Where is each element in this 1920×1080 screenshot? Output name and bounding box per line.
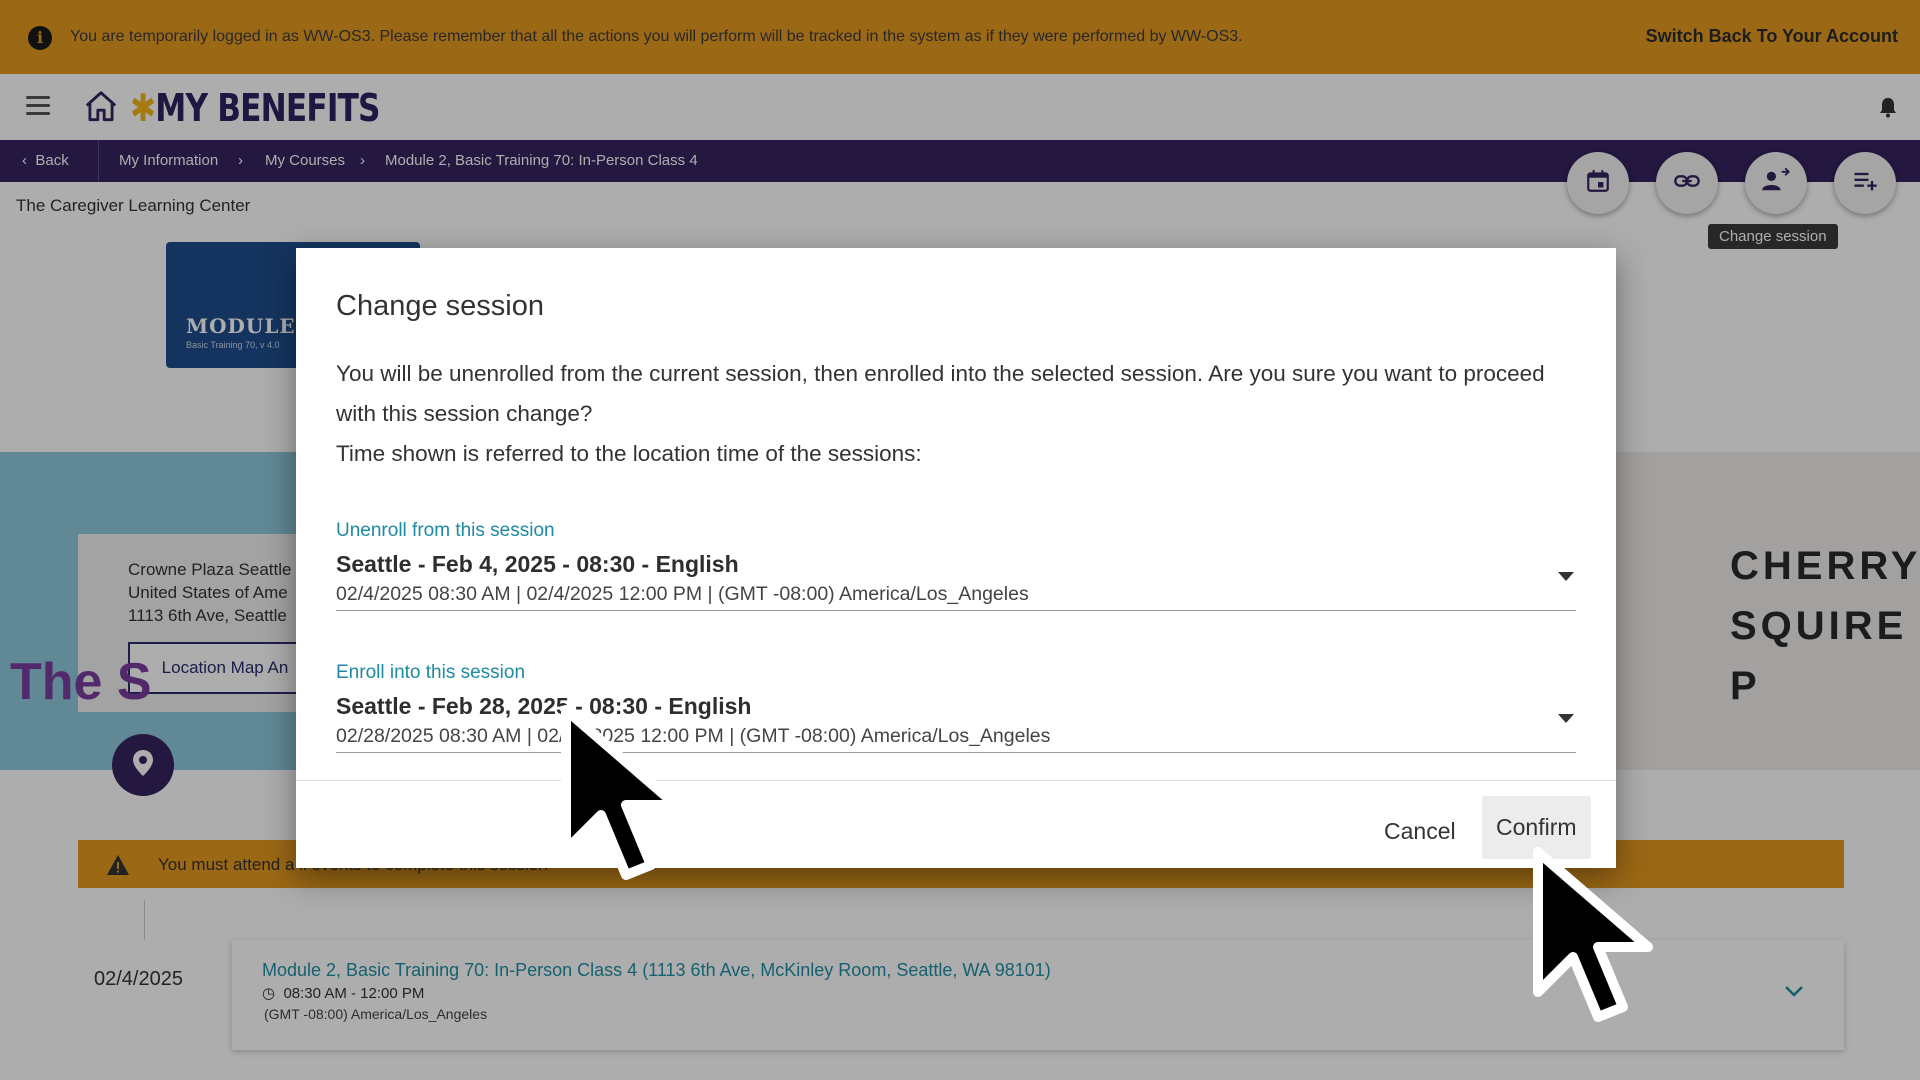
dialog-time-note: Time shown is referred to the location t…: [336, 441, 922, 466]
enroll-label: Enroll into this session: [336, 662, 526, 683]
unenroll-select[interactable]: Seattle - Feb 4, 2025 - 08:30 - English: [336, 551, 739, 578]
unenroll-underline: [336, 610, 1576, 611]
dialog-description: You will be unenrolled from the current …: [336, 354, 1586, 474]
enroll-underline: [336, 752, 1576, 753]
dialog-title: Change session: [336, 290, 544, 322]
cursor-arrow-icon: [1528, 842, 1668, 1037]
dialog-footer-divider: [296, 780, 1616, 781]
dropdown-arrow-icon[interactable]: [1558, 572, 1574, 581]
unenroll-detail: 02/4/2025 08:30 AM | 02/4/2025 12:00 PM …: [336, 583, 1029, 605]
dropdown-arrow-icon[interactable]: [1558, 714, 1574, 723]
cancel-button[interactable]: Cancel: [1374, 810, 1466, 853]
dialog-description-text: You will be unenrolled from the current …: [336, 361, 1545, 426]
change-session-dialog: Change session You will be unenrolled fr…: [296, 248, 1616, 868]
cursor-arrow-icon: [556, 700, 696, 895]
unenroll-label: Unenroll from this session: [336, 520, 555, 541]
